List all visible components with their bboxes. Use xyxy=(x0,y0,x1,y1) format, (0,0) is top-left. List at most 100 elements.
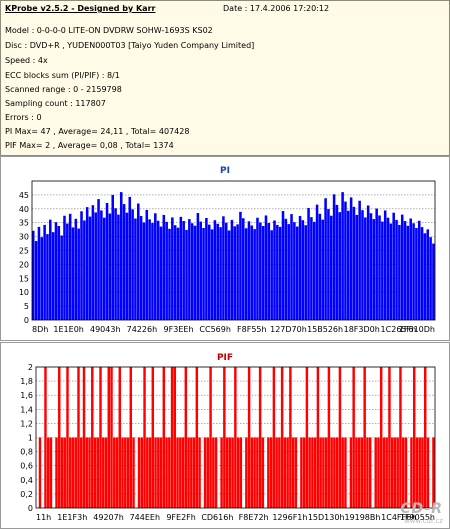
pif-bar xyxy=(176,437,179,508)
pi-bar xyxy=(242,218,245,320)
pi-bar xyxy=(327,209,330,320)
pi-bar xyxy=(125,212,129,320)
pi-bar xyxy=(369,213,373,320)
pif-bar xyxy=(146,437,149,508)
pi-bar xyxy=(224,222,228,320)
scan-speed: Speed : 4x xyxy=(5,56,48,65)
pi-bar xyxy=(43,224,46,320)
pif-bar xyxy=(82,367,86,508)
pi-x-tick-label: 74226h xyxy=(127,325,158,334)
pi-bar xyxy=(244,228,248,320)
pi-bar xyxy=(102,217,106,320)
pif-bar xyxy=(324,437,328,508)
pi-bar xyxy=(366,205,370,320)
pif-bar xyxy=(88,437,91,508)
pi-bar xyxy=(100,210,103,320)
pif-bar xyxy=(80,437,83,508)
pif-chart: 0 0,2 0,4 0,6 0,8 1 1,2 1,4 1,6 1,8 2 11h 1E1F3h 4920… xyxy=(20,363,436,522)
pi-bar xyxy=(417,220,421,320)
pi-bar xyxy=(264,215,268,320)
pif-bar xyxy=(393,437,397,508)
pif-bar xyxy=(404,437,408,508)
pi-bar xyxy=(324,198,327,320)
drive-model: Model : 0-0-0-0 LITE-ON DVDRW SOHW-1693S… xyxy=(5,26,213,35)
pif-bar xyxy=(165,437,168,508)
pif-bar xyxy=(410,437,413,508)
pi-bar xyxy=(202,227,205,320)
pif-bar xyxy=(74,437,77,508)
pif-x-tick-label: CD616h xyxy=(201,513,233,522)
pif-bar xyxy=(305,367,309,508)
pif-bar xyxy=(357,437,361,508)
pi-bar xyxy=(290,214,293,320)
pi-bar xyxy=(400,214,404,320)
pif-bar xyxy=(44,367,47,508)
pi-bar xyxy=(310,217,313,320)
pi-y-tick-label: 40 xyxy=(19,205,29,214)
pif-bar xyxy=(426,437,430,508)
pif-bar xyxy=(170,367,174,508)
pif-bar xyxy=(311,437,314,508)
pif-y-tick-label: 1,6 xyxy=(20,391,33,400)
pi-bar xyxy=(193,225,197,320)
pif-bar xyxy=(203,437,207,508)
pif-bar xyxy=(77,367,80,508)
pi-bar xyxy=(403,221,407,320)
pi-bar xyxy=(227,230,231,320)
pif-bar xyxy=(432,437,435,508)
pi-bar xyxy=(83,220,86,320)
pi-x-tick-label: CC569h xyxy=(199,325,231,334)
pi-bar xyxy=(318,213,322,320)
pif-bar xyxy=(99,367,102,508)
pif-x-tick-label: 1E1F3h xyxy=(57,513,87,522)
pi-y-tick-label: 30 xyxy=(19,233,29,242)
pif-bar xyxy=(418,437,421,508)
pi-bar xyxy=(71,227,75,320)
pi-bar xyxy=(392,212,395,320)
pif-bar xyxy=(121,437,124,508)
pif-bar xyxy=(159,437,163,508)
pif-bar xyxy=(330,437,333,508)
pi-bar xyxy=(210,229,214,320)
pif-bar xyxy=(143,367,146,508)
app-title-link[interactable]: KProbe v2.5.2 - Designed by Karr xyxy=(5,4,155,13)
pif-bar xyxy=(272,367,276,508)
pif-bar xyxy=(209,367,212,508)
pif-bar xyxy=(102,437,105,508)
pif-bar xyxy=(341,437,344,508)
pi-bar xyxy=(295,226,299,320)
pi-bar xyxy=(250,225,254,320)
pif-bar xyxy=(344,437,347,508)
pif-bar xyxy=(396,437,399,508)
pi-x-tick-label: 49043h xyxy=(90,325,121,334)
pi-bar xyxy=(142,222,146,320)
pif-bar xyxy=(168,437,171,508)
sampling-count: Sampling count : 117807 xyxy=(5,99,106,108)
pi-y-tick-label: 35 xyxy=(19,219,29,228)
pif-bar xyxy=(192,437,196,508)
pif-x-tick-label: 19198Bh xyxy=(344,513,380,522)
pi-bar xyxy=(77,228,80,320)
pi-bar xyxy=(364,217,367,320)
pif-bar xyxy=(66,367,69,508)
pi-bar xyxy=(383,210,387,320)
pi-x-tick-label: F8F55h xyxy=(237,325,267,334)
pif-bar xyxy=(96,437,99,508)
pi-bar xyxy=(128,196,132,320)
pi-bar xyxy=(57,226,61,320)
pi-bar xyxy=(188,219,191,320)
pif-bar xyxy=(250,437,254,508)
pif-bar xyxy=(113,437,116,508)
pi-bar xyxy=(352,206,356,320)
pi-bar xyxy=(63,215,66,320)
pif-bar xyxy=(179,437,182,508)
pif-bar xyxy=(236,437,240,508)
pi-x-tick-label: 9F3EEh xyxy=(164,325,194,334)
pif-bar xyxy=(223,367,226,508)
pif-bar xyxy=(162,367,166,508)
pif-y-tick-label: 1,2 xyxy=(20,419,33,428)
pi-stats: PI Max= 47 , Average= 24,11 , Total= 407… xyxy=(5,127,190,136)
pif-bar xyxy=(132,437,135,508)
pi-bar xyxy=(332,194,336,320)
pif-bar xyxy=(55,437,58,508)
